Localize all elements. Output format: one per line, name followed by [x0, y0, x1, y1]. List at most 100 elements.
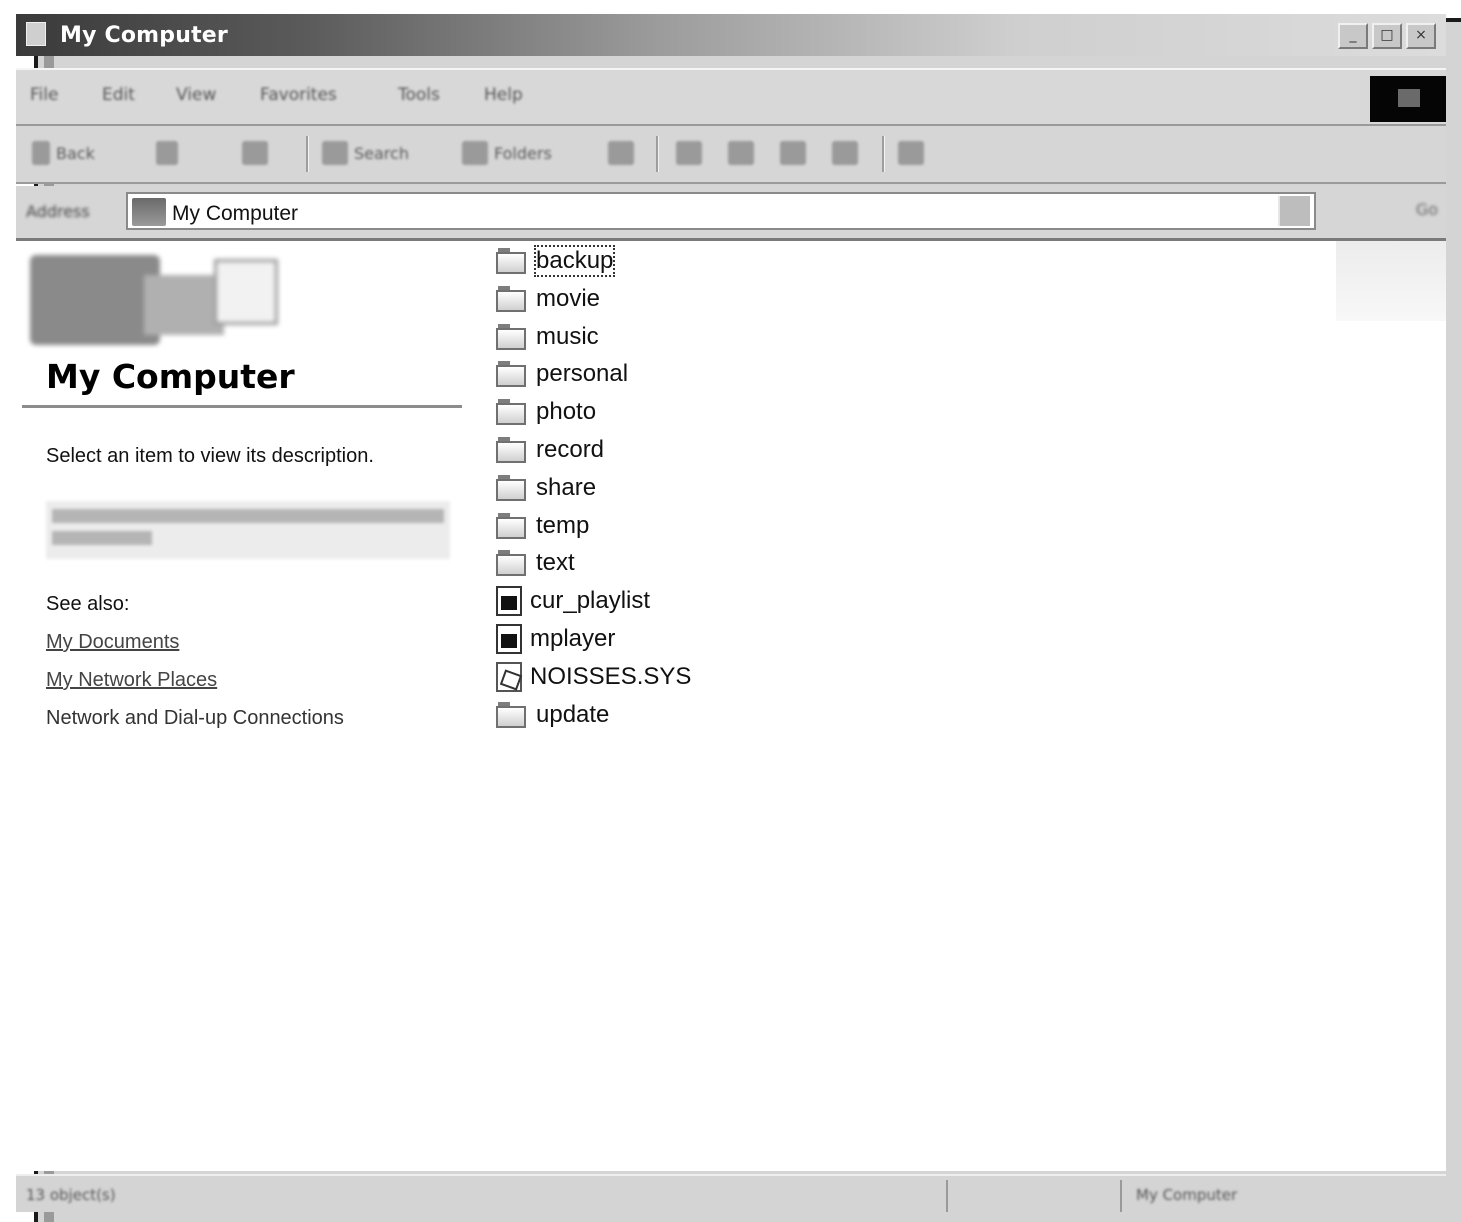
menu-favorites[interactable]: Favorites	[260, 85, 337, 105]
search-button[interactable]: Search	[322, 140, 409, 166]
title-bar[interactable]: My Computer _ □ ×	[16, 14, 1446, 56]
history-button[interactable]	[608, 140, 634, 166]
up-folder-button[interactable]	[242, 140, 268, 166]
search-label: Search	[354, 143, 409, 163]
folder-icon	[496, 286, 528, 312]
file-item[interactable]: backup	[496, 243, 616, 279]
file-item[interactable]: update	[496, 697, 609, 733]
toolbar-separator	[306, 136, 309, 172]
standard-toolbar: Back Search Folders	[16, 126, 1446, 184]
back-button[interactable]: Back	[32, 140, 95, 166]
file-name: text	[536, 549, 575, 576]
file-item[interactable]: music	[496, 319, 599, 355]
status-divider	[946, 1180, 948, 1212]
status-object-count: 13 object(s)	[26, 1186, 116, 1204]
forward-arrow-icon	[156, 141, 178, 165]
folder-icon	[496, 361, 528, 387]
content-shade	[1336, 241, 1446, 321]
folders-label: Folders	[494, 143, 552, 163]
history-icon	[608, 141, 634, 165]
menu-help[interactable]: Help	[484, 85, 523, 105]
folder-icon	[496, 437, 528, 463]
folder-icon	[496, 475, 528, 501]
file-item[interactable]: cur_playlist	[496, 583, 650, 619]
file-name: cur_playlist	[530, 587, 651, 614]
undo-button[interactable]	[832, 140, 858, 166]
folder-icon	[496, 513, 528, 539]
info-pane-divider	[22, 405, 462, 408]
file-item[interactable]: record	[496, 432, 604, 468]
file-name: temp	[536, 512, 590, 539]
file-item[interactable]: share	[496, 470, 596, 506]
search-icon	[322, 141, 348, 165]
link-my-network-places[interactable]: My Network Places	[46, 669, 217, 692]
info-pane-blurred-note	[46, 501, 450, 559]
go-button[interactable]: Go	[1416, 200, 1438, 219]
views-button[interactable]	[898, 140, 924, 166]
close-button[interactable]: ×	[1406, 23, 1436, 49]
file-name: photo	[536, 398, 597, 425]
menu-edit[interactable]: Edit	[102, 85, 135, 105]
address-dropdown-arrow-icon[interactable]	[1278, 196, 1310, 226]
file-name: music	[536, 323, 599, 350]
content-area: My Computer Select an item to view its d…	[16, 241, 1446, 1171]
delete-icon	[780, 141, 806, 165]
address-bar: Address My Computer Go	[16, 186, 1446, 241]
status-bar: 13 object(s) My Computer	[16, 1174, 1446, 1212]
windows-logo-throbber	[1370, 76, 1446, 122]
file-name: NOISSES.SYS	[530, 663, 692, 690]
copy-to-button[interactable]	[728, 140, 754, 166]
folders-icon	[462, 141, 488, 165]
menu-view[interactable]: View	[176, 85, 216, 105]
file-item[interactable]: text	[496, 545, 575, 581]
file-item[interactable]: NOISSES.SYS	[496, 659, 691, 695]
document-icon	[496, 624, 522, 654]
delete-button[interactable]	[780, 140, 806, 166]
file-name: record	[536, 436, 605, 463]
folder-icon	[496, 324, 528, 350]
link-my-documents[interactable]: My Documents	[46, 631, 179, 654]
folder-icon	[496, 550, 528, 576]
file-name: mplayer	[530, 625, 616, 652]
folder-icon	[496, 248, 528, 274]
my-computer-banner-icon	[24, 245, 284, 355]
menu-file[interactable]: File	[30, 85, 58, 105]
address-value: My Computer	[172, 202, 299, 225]
info-pane-description: Select an item to view its description.	[46, 445, 374, 467]
folder-icon	[496, 702, 528, 728]
menu-bar: File Edit View Favorites Tools Help	[16, 68, 1446, 126]
copy-to-icon	[728, 141, 754, 165]
file-item[interactable]: temp	[496, 508, 589, 544]
see-also-label: See also:	[46, 593, 130, 615]
folder-icon	[496, 399, 528, 425]
file-item[interactable]: personal	[496, 356, 628, 392]
file-name: backup	[533, 245, 616, 277]
address-label: Address	[26, 202, 90, 221]
file-name: personal	[536, 360, 629, 387]
menu-tools[interactable]: Tools	[398, 85, 440, 105]
back-label: Back	[56, 143, 95, 163]
minimize-button[interactable]: _	[1338, 23, 1368, 49]
move-to-icon	[676, 141, 702, 165]
window-controls: _ □ ×	[1338, 23, 1436, 49]
network-connections-text: Network and Dial-up Connections	[46, 707, 344, 729]
window-title: My Computer	[60, 23, 228, 48]
move-to-button[interactable]	[676, 140, 702, 166]
toolbar-separator	[882, 136, 885, 172]
file-item[interactable]: mplayer	[496, 621, 615, 657]
file-name: share	[536, 474, 597, 501]
address-field[interactable]: My Computer	[126, 192, 1316, 230]
undo-icon	[832, 141, 858, 165]
file-item[interactable]: photo	[496, 394, 596, 430]
toolbar-separator	[656, 136, 659, 172]
document-icon	[496, 586, 522, 616]
computer-icon	[132, 198, 166, 226]
system-file-icon	[496, 662, 523, 692]
folders-button[interactable]: Folders	[462, 140, 552, 166]
status-zone: My Computer	[1136, 1186, 1238, 1204]
window-menu-icon[interactable]	[26, 22, 46, 46]
forward-button[interactable]	[156, 140, 178, 166]
file-item[interactable]: movie	[496, 281, 600, 317]
maximize-button[interactable]: □	[1372, 23, 1402, 49]
views-grid-icon	[898, 141, 924, 165]
